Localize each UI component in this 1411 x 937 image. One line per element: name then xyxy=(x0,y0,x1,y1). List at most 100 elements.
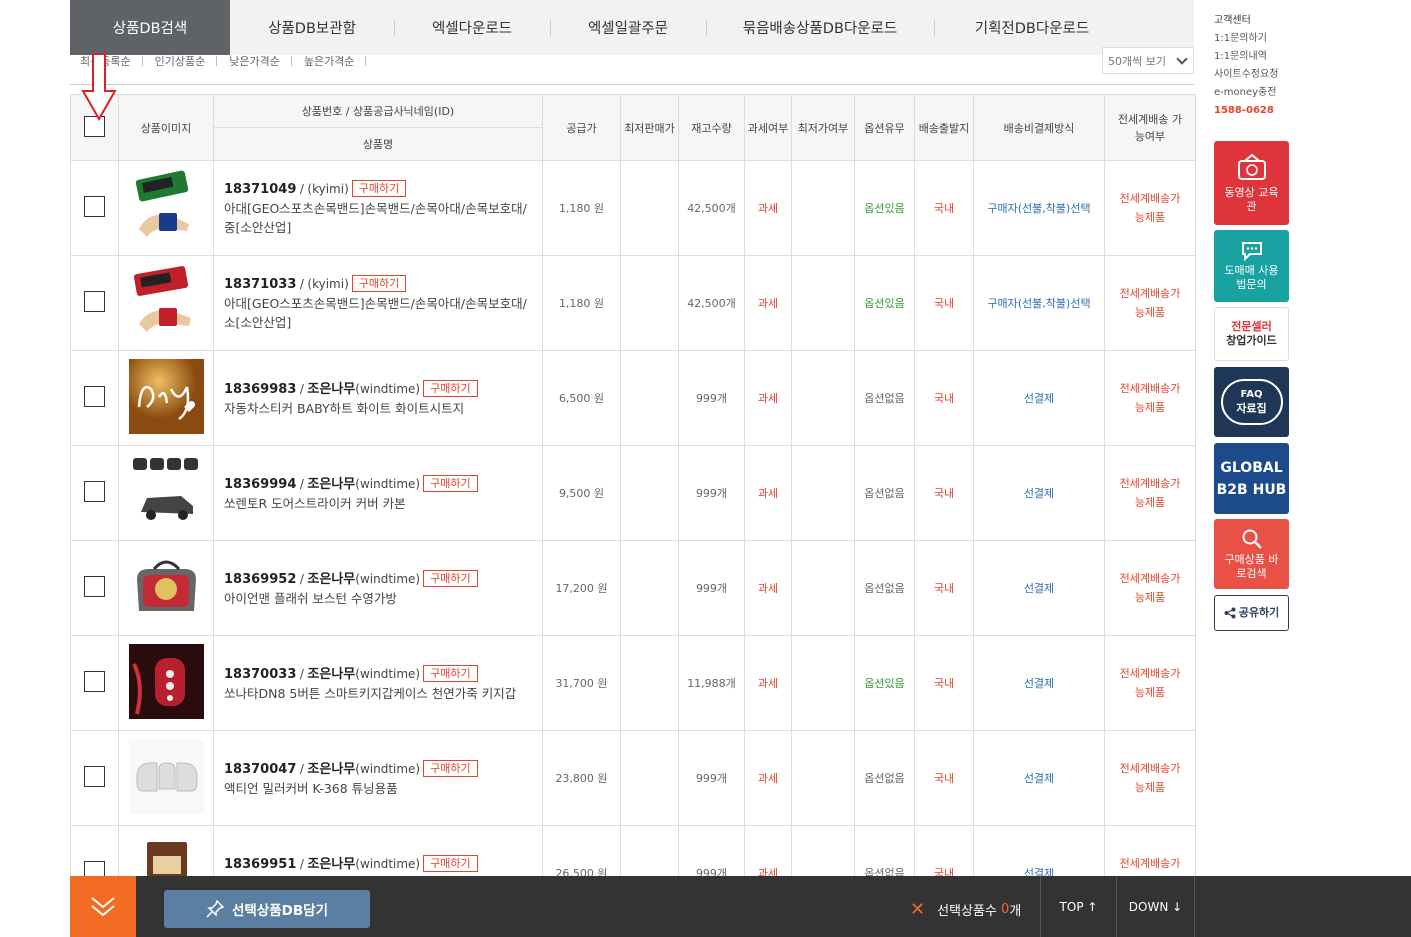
product-number[interactable]: 18370047 xyxy=(224,762,296,777)
product-image[interactable] xyxy=(128,169,204,244)
product-image-cell xyxy=(118,540,214,636)
row-checkbox[interactable] xyxy=(84,671,105,692)
tab-db-storage[interactable]: 상품DB보관함 xyxy=(230,0,394,55)
faq-button[interactable]: FAQ 자료집 xyxy=(1214,367,1289,437)
min-price-flag xyxy=(791,255,855,351)
product-number[interactable]: 18369983 xyxy=(224,382,296,397)
row-checkbox[interactable] xyxy=(84,386,105,407)
sort-high-price[interactable]: 높은가격순 xyxy=(292,53,367,69)
supplier-id: (kyimi) xyxy=(307,181,349,196)
pin-icon xyxy=(206,900,224,918)
sort-popular[interactable]: 인기상품순 xyxy=(143,53,218,69)
product-name[interactable]: 아대[GEO스포츠손목밴드]손목밴드/손목아대/손목보호대/중[소안산업] xyxy=(224,199,532,237)
option-status: 옵션없음 xyxy=(854,350,915,446)
supply-price: 17,200 원 xyxy=(542,540,621,636)
buy-button[interactable]: 구매하기 xyxy=(423,760,478,777)
row-checkbox[interactable] xyxy=(84,481,105,502)
collapse-button[interactable] xyxy=(70,876,136,937)
option-status: 옵션있음 xyxy=(854,635,915,731)
table-row: 18369952 / 조은나무(windtime) 구매하기 아이언맨 플래쉬 보스… xyxy=(70,540,1196,636)
ship-pay-method: 선결제 xyxy=(973,635,1105,731)
link-site-edit[interactable]: 사이트수정요청 xyxy=(1214,66,1278,84)
product-number[interactable]: 18371049 xyxy=(224,182,296,197)
phone-number: 1588-0628 xyxy=(1214,105,1274,116)
ship-from: 국내 xyxy=(914,635,974,731)
purchase-search-button[interactable]: 구매상품 바로검색 xyxy=(1214,519,1289,589)
stock: 42,500개 xyxy=(678,255,745,351)
tax-status: 과세 xyxy=(744,635,792,731)
product-image[interactable] xyxy=(128,264,204,339)
product-name[interactable]: 액티언 밀러커버 K-368 튜닝용품 xyxy=(224,779,532,798)
product-name[interactable]: 아이언맨 플래쉬 보스턴 수영가방 xyxy=(224,589,532,608)
video-education-button[interactable]: 동영상 교육관 xyxy=(1214,141,1289,225)
product-name[interactable]: 쏘렌토R 도어스트라이커 커버 카본 xyxy=(224,494,532,513)
product-info-cell: 18370033 / 조은나무(windtime) 구매하기 쏘나타DN8 5버튼 … xyxy=(213,635,543,731)
product-image[interactable] xyxy=(128,454,204,529)
buy-button[interactable]: 구매하기 xyxy=(423,665,478,682)
buy-button[interactable]: 구매하기 xyxy=(423,380,478,397)
header-ship-pay: 배송비결제방식 xyxy=(973,94,1105,161)
down-button[interactable]: DOWN ↓ xyxy=(1116,876,1195,937)
buy-button[interactable]: 구매하기 xyxy=(423,475,478,492)
product-info-cell: 18369994 / 조은나무(windtime) 구매하기 쏘렌토R 도어스트라이… xyxy=(213,445,543,541)
buy-button[interactable]: 구매하기 xyxy=(423,855,478,872)
table-row: 18369994 / 조은나무(windtime) 구매하기 쏘렌토R 도어스트라이… xyxy=(70,445,1196,541)
sort-bar: 최신등록순 인기상품순 낮은가격순 높은가격순 xyxy=(80,52,367,70)
row-select-cell xyxy=(70,540,119,636)
row-checkbox[interactable] xyxy=(84,576,105,597)
product-info-cell: 18371049 / (kyimi) 구매하기 아대[GEO스포츠손목밴드]손목밴드… xyxy=(213,160,543,256)
product-name[interactable]: 아대[GEO스포츠손목밴드]손목밴드/손목아대/손목보호대/소[소안산업] xyxy=(224,294,532,332)
add-selected-db-button[interactable]: 선택상품DB담기 xyxy=(164,890,370,928)
row-select-cell xyxy=(70,445,119,541)
buy-button[interactable]: 구매하기 xyxy=(351,274,407,292)
row-checkbox[interactable] xyxy=(84,766,105,787)
share-button[interactable]: 공유하기 xyxy=(1214,595,1289,631)
row-select-cell xyxy=(70,635,119,731)
product-image[interactable] xyxy=(128,739,204,814)
tab-db-search[interactable]: 상품DB검색 xyxy=(70,0,230,55)
row-checkbox[interactable] xyxy=(84,196,105,217)
perpage-select[interactable]: 50개씩 보기 xyxy=(1102,47,1194,74)
selected-count-value: 0 xyxy=(1001,902,1010,917)
product-number[interactable]: 18369952 xyxy=(224,572,296,587)
table-row: 18369983 / 조은나무(windtime) 구매하기 자동차스티커 BABY… xyxy=(70,350,1196,446)
product-number[interactable]: 18369951 xyxy=(224,857,296,872)
sort-low-price[interactable]: 낮은가격순 xyxy=(217,53,292,69)
close-icon[interactable]: ✕ xyxy=(910,899,925,920)
header-min-price: 최저판매가 xyxy=(620,94,679,161)
product-number[interactable]: 18370033 xyxy=(224,667,296,682)
tab-excel-order[interactable]: 엑셀일괄주문 xyxy=(550,0,706,55)
product-number[interactable]: 18369994 xyxy=(224,477,296,492)
buy-button[interactable]: 구매하기 xyxy=(351,179,407,197)
product-image[interactable] xyxy=(128,644,204,719)
buy-button[interactable]: 구매하기 xyxy=(423,570,478,587)
separator: / xyxy=(299,572,304,586)
global-b2b-hub-button[interactable]: GLOBAL B2B HUB xyxy=(1214,443,1289,514)
link-emoney[interactable]: e-money충전 xyxy=(1214,84,1278,102)
top-button[interactable]: TOP ↑ xyxy=(1040,876,1116,937)
supply-price: 9,500 원 xyxy=(542,445,621,541)
worldwide-shipping: 전세계배송가능제품 xyxy=(1104,540,1196,636)
product-number[interactable]: 18371033 xyxy=(224,277,296,292)
tab-promo-download[interactable]: 기획전DB다운로드 xyxy=(934,0,1130,55)
tab-bundle-download[interactable]: 묶음배송상품DB다운로드 xyxy=(706,0,934,55)
product-name[interactable]: 쏘나타DN8 5버튼 스마트키지갑케이스 천연가죽 키지갑 xyxy=(224,684,532,703)
row-checkbox[interactable] xyxy=(84,291,105,312)
arrow-up-icon: ↑ xyxy=(1087,899,1098,914)
supplier: 조은나무(windtime) xyxy=(307,477,420,492)
stock: 999개 xyxy=(678,730,745,826)
selected-count: ✕ 선택상품수 0개 xyxy=(910,899,1021,920)
seller-guide-button[interactable]: 전문셀러 창업가이드 xyxy=(1214,307,1289,361)
product-name[interactable]: 자동차스티커 BABY하트 화이트 화이트시트지 xyxy=(224,399,532,418)
faq-bubble-icon: FAQ 자료집 xyxy=(1220,379,1283,425)
option-status: 옵션없음 xyxy=(854,540,915,636)
separator: / xyxy=(299,857,304,871)
product-image[interactable] xyxy=(128,549,204,624)
tab-excel-download[interactable]: 엑셀다운로드 xyxy=(394,0,550,55)
tax-status: 과세 xyxy=(744,730,792,826)
product-image[interactable] xyxy=(128,359,204,434)
ship-from: 국내 xyxy=(914,540,974,636)
link-inquiry-history[interactable]: 1:1문의내역 xyxy=(1214,48,1278,66)
wholesale-help-button[interactable]: 도매매 사용법문의 xyxy=(1214,230,1289,302)
link-inquiry[interactable]: 1:1문의하기 xyxy=(1214,30,1278,48)
